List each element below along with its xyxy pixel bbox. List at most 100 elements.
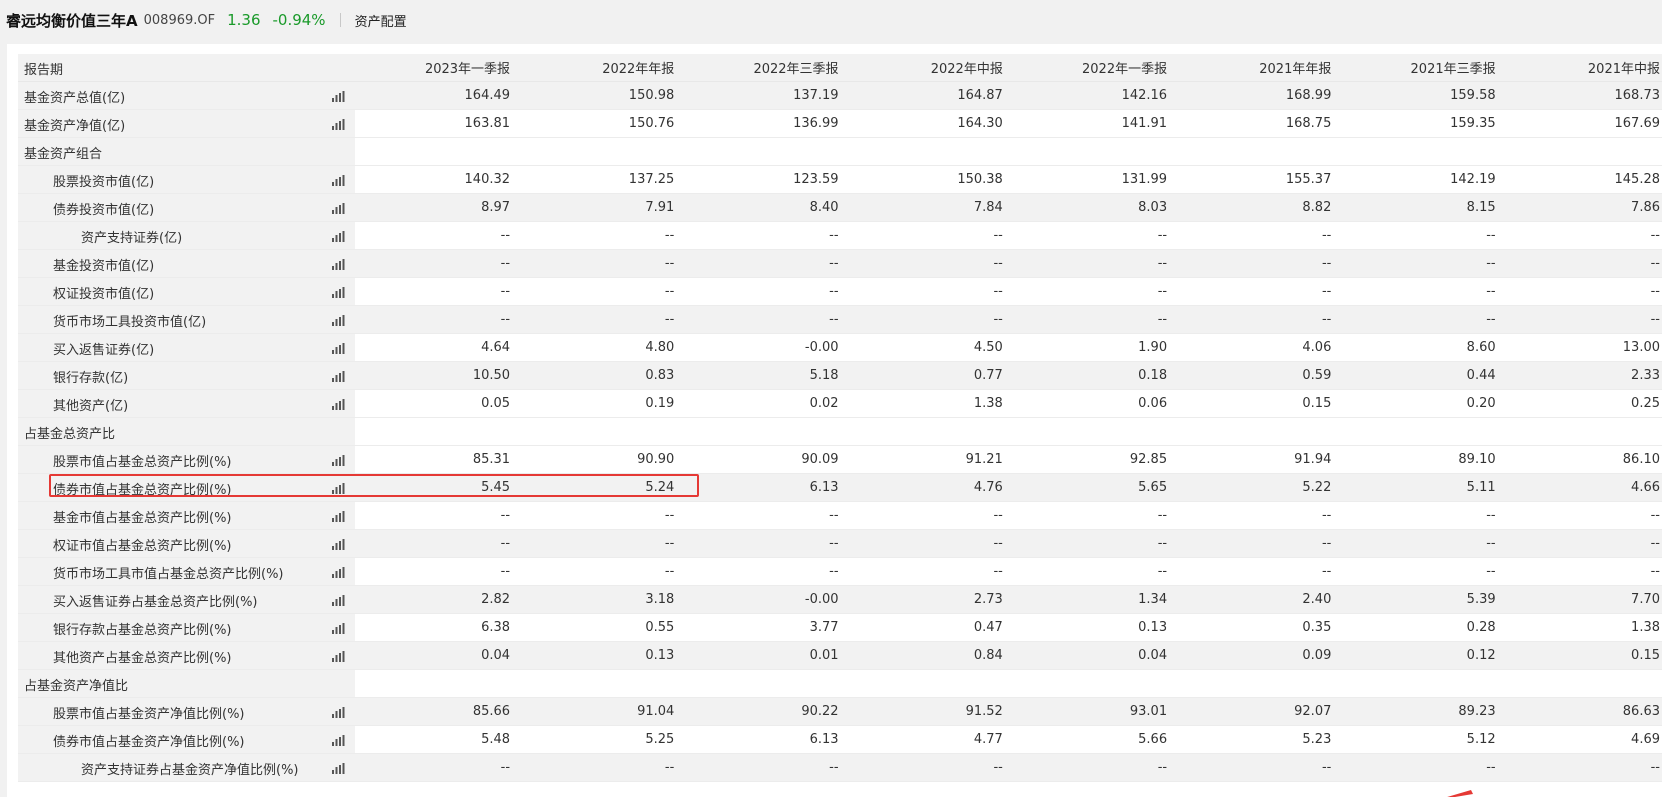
value-cell: 85.31 (354, 445, 520, 474)
bar-chart-icon[interactable] (331, 399, 345, 410)
bar-chart-icon[interactable] (331, 315, 345, 326)
value-cell: 6.13 (683, 725, 848, 754)
value-cell: 4.06 (1176, 333, 1341, 362)
value-cell: -- (1011, 249, 1177, 278)
value-cell: -- (1340, 305, 1505, 334)
bar-chart-icon[interactable] (331, 259, 345, 270)
bar-chart-icon[interactable] (331, 763, 345, 774)
value-cell: -- (1176, 557, 1341, 586)
table-group-row: 基金资产组合 (18, 137, 1662, 166)
value-cell: 7.91 (519, 193, 684, 222)
row-label-cell: 货币市场工具市值占基金总资产比例(%) (18, 557, 355, 586)
value-cell: -- (1504, 305, 1662, 334)
value-cell: -- (519, 277, 684, 306)
empty-cell (847, 137, 1012, 166)
value-cell: 91.04 (519, 697, 684, 726)
bar-chart-icon[interactable] (331, 539, 345, 550)
value-cell: 163.81 (354, 109, 520, 138)
value-cell: 0.02 (683, 389, 848, 418)
row-label: 资产支持证券占基金资产净值比例(%) (81, 763, 299, 778)
table-row: 其他资产占基金总资产比例(%) 0.04 0.13 0.01 0.84 0.04 0.09 0… (18, 641, 1662, 670)
value-cell: 0.05 (354, 389, 520, 418)
bar-chart-icon[interactable] (331, 567, 345, 578)
value-cell: 167.69 (1504, 109, 1662, 138)
bar-chart-icon[interactable] (331, 231, 345, 242)
empty-cell (683, 417, 848, 446)
value-cell: 5.65 (1011, 473, 1177, 502)
bar-chart-icon[interactable] (331, 511, 345, 522)
value-cell: -- (354, 501, 520, 530)
bar-chart-icon[interactable] (331, 91, 345, 102)
bar-chart-icon[interactable] (331, 455, 345, 466)
bar-chart-icon[interactable] (331, 595, 345, 606)
row-label: 占基金总资产比 (24, 427, 116, 442)
value-cell: 155.37 (1176, 165, 1341, 194)
value-cell: 0.35 (1176, 613, 1341, 642)
bar-chart-icon[interactable] (331, 287, 345, 298)
empty-cell (1504, 137, 1662, 166)
bar-chart-icon[interactable] (331, 343, 345, 354)
value-cell: -- (1340, 277, 1505, 306)
table-row: 基金投资市值(亿) -- -- -- -- -- -- -- -- (18, 249, 1662, 278)
asset-allocation-table: 报告期 2023年一季报 2022年年报 2022年三季报 2022年中报 20… (18, 54, 1662, 782)
value-cell: 6.13 (683, 473, 848, 502)
empty-cell (847, 669, 1012, 698)
value-cell: -- (847, 529, 1012, 558)
value-cell: -- (1504, 249, 1662, 278)
value-cell: 0.15 (1504, 641, 1662, 670)
table-row: 买入返售证券(亿) 4.64 4.80 -0.00 4.50 1.90 4.06 8.60 13… (18, 333, 1662, 362)
empty-cell (1176, 137, 1341, 166)
column-header: 2022年中报 (847, 54, 1012, 82)
value-cell: 159.58 (1340, 81, 1505, 110)
value-cell: 92.07 (1176, 697, 1341, 726)
value-cell: -- (1011, 305, 1177, 334)
value-cell: 1.38 (1504, 613, 1662, 642)
table-row: 权证市值占基金总资产比例(%) -- -- -- -- -- -- -- -- (18, 529, 1662, 558)
value-cell: -- (1176, 529, 1341, 558)
value-cell: -0.00 (683, 585, 848, 614)
value-cell: -- (519, 221, 684, 250)
value-cell: 150.76 (519, 109, 684, 138)
empty-cell (683, 669, 848, 698)
bar-chart-icon[interactable] (331, 651, 345, 662)
value-cell: 5.11 (1340, 473, 1505, 502)
value-cell: 137.25 (519, 165, 684, 194)
row-label: 基金资产总值(亿) (24, 91, 126, 106)
value-cell: -- (683, 557, 848, 586)
section-title: 资产配置 (354, 14, 407, 30)
column-header: 2022年一季报 (1011, 54, 1177, 82)
value-cell: 0.04 (1011, 641, 1177, 670)
value-cell: -- (1340, 501, 1505, 530)
bar-chart-icon[interactable] (331, 203, 345, 214)
row-label: 基金投资市值(亿) (53, 259, 155, 274)
asset-allocation-panel: 报告期 2023年一季报 2022年年报 2022年三季报 2022年中报 20… (7, 44, 1662, 797)
value-cell: 142.19 (1340, 165, 1505, 194)
value-cell: -- (1011, 221, 1177, 250)
value-cell: 5.22 (1176, 473, 1341, 502)
bar-chart-icon[interactable] (331, 623, 345, 634)
value-cell: 91.52 (847, 697, 1012, 726)
value-cell: 0.06 (1011, 389, 1177, 418)
header-divider (339, 13, 341, 27)
value-cell: 0.09 (1176, 641, 1341, 670)
value-cell: -- (847, 753, 1012, 782)
bar-chart-icon[interactable] (331, 175, 345, 186)
value-cell: -- (1176, 501, 1341, 530)
table-row: 基金资产净值(亿) 163.81 150.76 136.99 164.30 141.91 1… (18, 109, 1662, 138)
value-cell: 168.75 (1176, 109, 1341, 138)
table-row: 权证投资市值(亿) -- -- -- -- -- -- -- -- (18, 277, 1662, 306)
value-cell: -- (847, 557, 1012, 586)
value-cell: -- (519, 249, 684, 278)
row-label-cell: 其他资产占基金总资产比例(%) (18, 641, 355, 670)
value-cell: 0.84 (847, 641, 1012, 670)
value-cell: 0.12 (1340, 641, 1505, 670)
bar-chart-icon[interactable] (331, 735, 345, 746)
empty-cell (1504, 417, 1662, 446)
row-label: 权证市值占基金总资产比例(%) (53, 539, 232, 554)
bar-chart-icon[interactable] (331, 371, 345, 382)
value-cell: 7.84 (847, 193, 1012, 222)
table-row: 基金市值占基金总资产比例(%) -- -- -- -- -- -- -- -- (18, 501, 1662, 530)
bar-chart-icon[interactable] (331, 119, 345, 130)
bar-chart-icon[interactable] (331, 707, 345, 718)
value-cell: 136.99 (683, 109, 848, 138)
